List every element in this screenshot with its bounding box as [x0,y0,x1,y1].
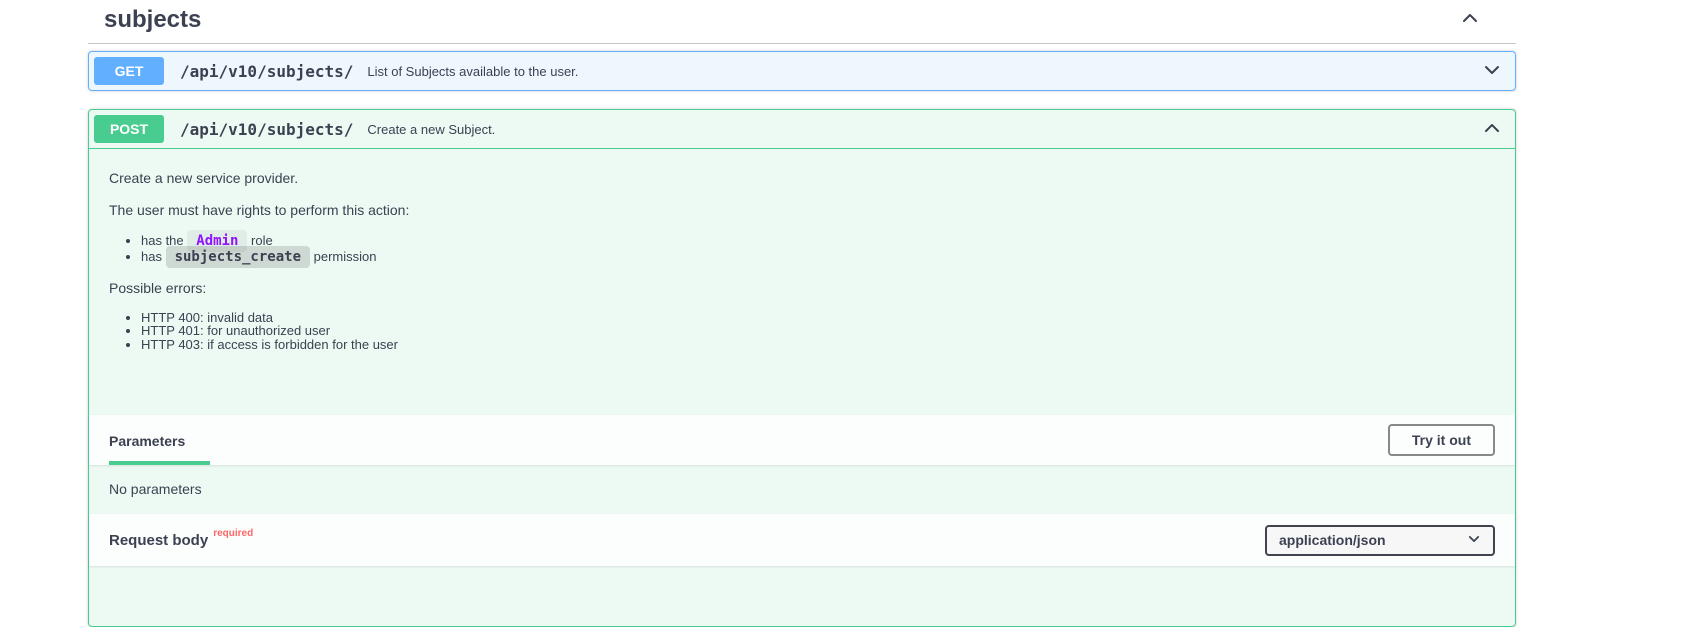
opblock-post-subjects: POST /api/v10/subjects/ Create a new Sub… [88,109,1516,627]
expand-operation-button-get[interactable] [1474,60,1510,83]
opblock-get-subjects: GET /api/v10/subjects/ List of Subjects … [88,51,1516,91]
opblock-summary-post[interactable]: POST /api/v10/subjects/ Create a new Sub… [89,110,1515,149]
list-item: HTTP 400: invalid data [141,311,1495,325]
collapse-section-button[interactable] [1452,8,1488,31]
chevron-up-icon [1482,118,1502,141]
request-body-section-header: Request body required application/json [89,514,1515,567]
required-badge: required [213,527,254,539]
tab-parameters[interactable]: Parameters [109,433,211,466]
parameters-body: No parameters [89,465,1515,514]
description-rights-heading: The user must have rights to perform thi… [109,201,410,218]
collapse-operation-button-post[interactable] [1474,118,1510,141]
endpoint-summary-get: List of Subjects available to the user. [367,63,579,79]
list-item: has subjects_create permission [141,245,1495,268]
chevron-up-icon [1460,8,1480,31]
parameters-section-header: Parameters Try it out [89,415,1515,466]
errors-list: HTTP 400: invalid data HTTP 401: for una… [109,311,1495,352]
content-type-selected-value: application/json [1279,532,1386,549]
endpoint-path-link-get[interactable]: /api/v10/subjects/ [164,62,363,81]
rights-list: has the Admin role has subjects_create p… [109,229,1495,268]
request-body-content [89,566,1515,626]
description-intro: Create a new service provider. [109,170,299,186]
list-item: HTTP 401: for unauthorized user [141,324,1495,338]
tag-section-header-subjects[interactable]: subjects [88,0,1516,44]
endpoint-path-link-post[interactable]: /api/v10/subjects/ [164,120,363,139]
list-item: HTTP 403: if access is forbidden for the… [141,338,1495,352]
request-body-title: Request body [109,531,209,549]
endpoint-summary-post: Create a new Subject. [367,121,496,137]
chevron-down-icon [1467,532,1481,549]
method-badge-get: GET [94,57,164,85]
request-body-title-wrap: Request body required [109,528,253,549]
list-item: has the Admin role [141,229,1495,252]
inline-code-subjects-create-permission: subjects_create [165,245,311,268]
content-type-select[interactable]: application/json [1265,524,1495,556]
chevron-down-icon [1482,60,1502,83]
operation-description: Create a new service provider. The user … [89,149,1515,415]
method-badge-post: POST [94,115,164,143]
tag-title: subjects [104,5,202,33]
description-errors-heading: Possible errors: [109,279,207,296]
no-parameters-message: No parameters [109,481,202,498]
api-docs-container: subjects GET /api/v10/subjects/ List of … [88,0,1516,627]
opblock-summary-get[interactable]: GET /api/v10/subjects/ List of Subjects … [89,52,1515,90]
try-it-out-button[interactable]: Try it out [1387,424,1495,457]
